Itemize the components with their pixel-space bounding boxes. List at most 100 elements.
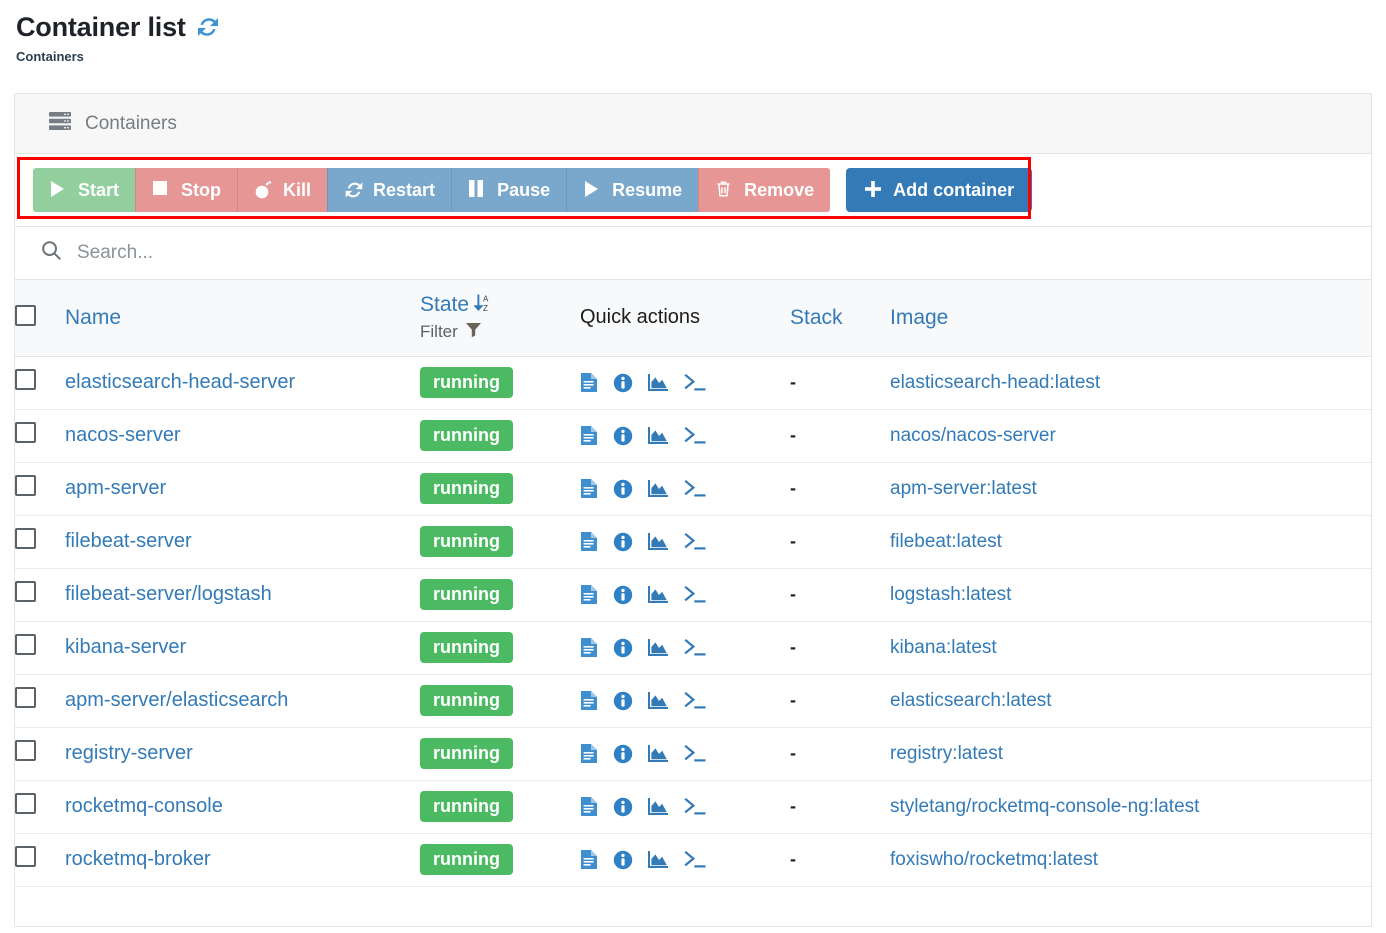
info-icon[interactable] xyxy=(613,426,633,446)
logs-icon[interactable] xyxy=(580,690,598,711)
logs-icon[interactable] xyxy=(580,743,598,764)
stats-icon[interactable] xyxy=(648,638,669,657)
stats-icon[interactable] xyxy=(648,797,669,816)
funnel-icon[interactable] xyxy=(465,321,482,343)
console-icon[interactable] xyxy=(684,532,706,551)
container-name-link[interactable]: filebeat-server xyxy=(65,530,192,552)
image-link[interactable]: elasticsearch:latest xyxy=(890,690,1052,711)
image-link[interactable]: elasticsearch-head:latest xyxy=(890,372,1100,393)
info-icon[interactable] xyxy=(613,850,633,870)
start-button[interactable]: Start xyxy=(33,168,136,212)
status-badge: running xyxy=(420,579,513,610)
stats-icon[interactable] xyxy=(648,691,669,710)
stats-icon[interactable] xyxy=(648,532,669,551)
row-name-cell: apm-server/elasticsearch xyxy=(65,674,420,728)
container-name-link[interactable]: nacos-server xyxy=(65,424,181,446)
logs-icon[interactable] xyxy=(580,584,598,605)
logs-icon[interactable] xyxy=(580,849,598,870)
row-select-cell xyxy=(15,833,65,887)
stats-icon[interactable] xyxy=(648,426,669,445)
row-checkbox[interactable] xyxy=(15,846,36,867)
container-name-link[interactable]: apm-server/elasticsearch xyxy=(65,689,288,711)
kill-button[interactable]: Kill xyxy=(237,168,328,212)
row-image-cell: elasticsearch:latest xyxy=(890,674,1371,728)
info-icon[interactable] xyxy=(613,532,633,552)
image-link[interactable]: filebeat:latest xyxy=(890,531,1002,552)
logs-icon[interactable] xyxy=(580,478,598,499)
console-icon[interactable] xyxy=(684,585,706,604)
info-icon[interactable] xyxy=(613,691,633,711)
stats-icon[interactable] xyxy=(648,585,669,604)
row-checkbox[interactable] xyxy=(15,422,36,443)
restart-button[interactable]: Restart xyxy=(327,168,452,212)
container-name-link[interactable]: rocketmq-broker xyxy=(65,848,211,870)
info-icon[interactable] xyxy=(613,585,633,605)
row-checkbox[interactable] xyxy=(15,634,36,655)
container-name-link[interactable]: rocketmq-console xyxy=(65,795,223,817)
stats-icon[interactable] xyxy=(648,479,669,498)
image-link[interactable]: kibana:latest xyxy=(890,637,997,658)
row-checkbox[interactable] xyxy=(15,793,36,814)
image-link[interactable]: nacos/nacos-server xyxy=(890,425,1056,446)
container-name-link[interactable]: apm-server xyxy=(65,477,166,499)
add-container-button[interactable]: Add container xyxy=(846,168,1033,212)
console-icon[interactable] xyxy=(684,373,706,392)
info-icon[interactable] xyxy=(613,744,633,764)
row-checkbox[interactable] xyxy=(15,369,36,390)
column-header-stack[interactable]: Stack xyxy=(790,280,890,357)
console-icon[interactable] xyxy=(684,744,706,763)
row-checkbox[interactable] xyxy=(15,581,36,602)
logs-icon[interactable] xyxy=(580,372,598,393)
stats-icon[interactable] xyxy=(648,850,669,869)
container-name-link[interactable]: kibana-server xyxy=(65,636,186,658)
container-name-link[interactable]: registry-server xyxy=(65,742,193,764)
row-select-cell xyxy=(15,780,65,834)
row-checkbox[interactable] xyxy=(15,528,36,549)
remove-button[interactable]: Remove xyxy=(698,168,831,212)
column-header-image[interactable]: Image xyxy=(890,280,1371,357)
console-icon[interactable] xyxy=(684,797,706,816)
console-icon[interactable] xyxy=(684,850,706,869)
row-name-cell: kibana-server xyxy=(65,621,420,675)
row-select-cell xyxy=(15,727,65,781)
container-name-link[interactable]: elasticsearch-head-server xyxy=(65,371,295,393)
image-link[interactable]: foxiswho/rocketmq:latest xyxy=(890,849,1098,870)
logs-icon[interactable] xyxy=(580,425,598,446)
stats-icon[interactable] xyxy=(648,373,669,392)
image-link[interactable]: styletang/rocketmq-console-ng:latest xyxy=(890,796,1199,817)
info-icon[interactable] xyxy=(613,638,633,658)
breadcrumb: Containers xyxy=(16,49,84,64)
console-icon[interactable] xyxy=(684,426,706,445)
logs-icon[interactable] xyxy=(580,637,598,658)
resume-button[interactable]: Resume xyxy=(566,168,699,212)
search-bar[interactable] xyxy=(15,227,1371,280)
pause-button[interactable]: Pause xyxy=(451,168,567,212)
stats-icon[interactable] xyxy=(648,744,669,763)
column-header-state[interactable]: State A Z Filter xyxy=(420,280,580,357)
console-icon[interactable] xyxy=(684,638,706,657)
row-stack-cell: - xyxy=(790,780,890,834)
containers-table-body: elasticsearch-head-server running - elas… xyxy=(15,356,1371,887)
row-stack-cell: - xyxy=(790,833,890,887)
console-icon[interactable] xyxy=(684,479,706,498)
image-link[interactable]: apm-server:latest xyxy=(890,478,1037,499)
row-checkbox[interactable] xyxy=(15,475,36,496)
stop-button[interactable]: Stop xyxy=(135,168,238,212)
select-all-checkbox[interactable] xyxy=(15,304,36,326)
sort-alpha-down-icon[interactable]: A Z xyxy=(473,293,493,318)
image-link[interactable]: registry:latest xyxy=(890,743,1003,764)
console-icon[interactable] xyxy=(684,691,706,710)
container-name-link[interactable]: filebeat-server/logstash xyxy=(65,583,272,605)
logs-icon[interactable] xyxy=(580,796,598,817)
image-link[interactable]: logstash:latest xyxy=(890,584,1011,605)
info-icon[interactable] xyxy=(613,479,633,499)
info-icon[interactable] xyxy=(613,797,633,817)
container-action-button-group: Start Stop Kill Restart Pause Resume Rem… xyxy=(33,168,831,212)
logs-icon[interactable] xyxy=(580,531,598,552)
search-input[interactable] xyxy=(75,241,1371,265)
row-checkbox[interactable] xyxy=(15,740,36,761)
column-header-name[interactable]: Name xyxy=(65,280,420,357)
refresh-icon[interactable] xyxy=(196,15,220,39)
row-checkbox[interactable] xyxy=(15,687,36,708)
info-icon[interactable] xyxy=(613,373,633,393)
